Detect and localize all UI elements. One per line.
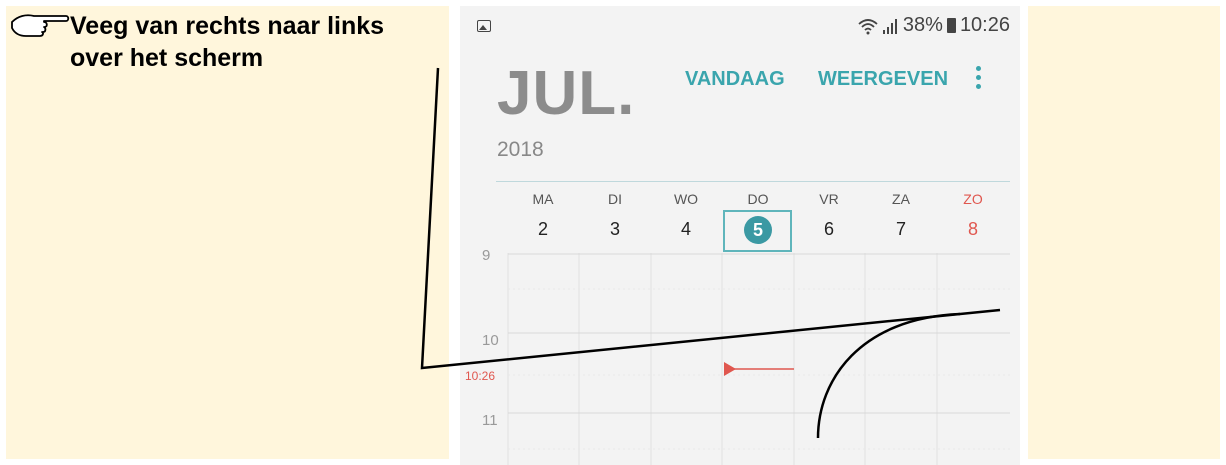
swipe-annotation — [420, 67, 1001, 439]
swipe-arc — [816, 312, 961, 439]
pointer-line — [420, 67, 1001, 370]
